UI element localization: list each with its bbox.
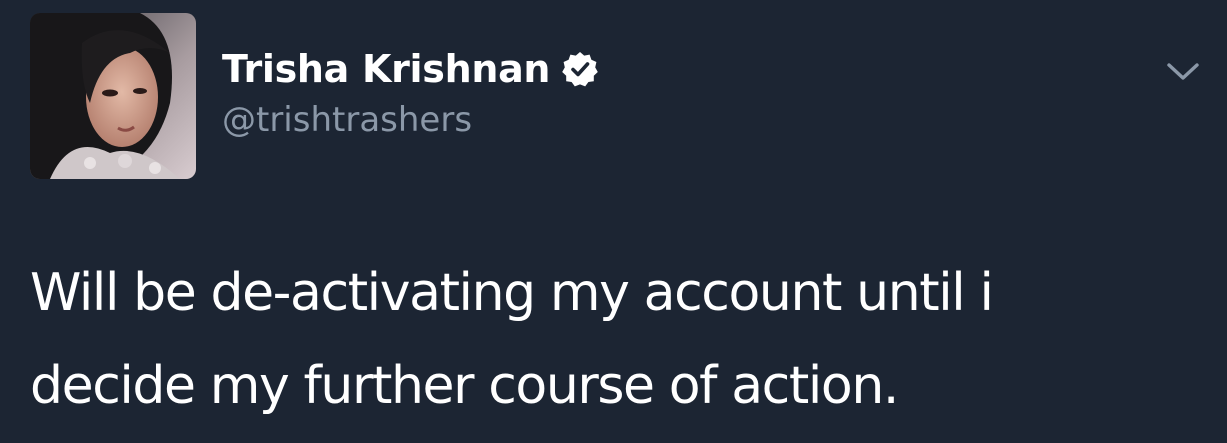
- display-name[interactable]: Trisha Krishnan: [222, 47, 550, 91]
- verified-badge-icon: [562, 51, 598, 87]
- profile-avatar[interactable]: [30, 13, 196, 179]
- tweet-text-line-2: decide my further course of action.: [30, 356, 899, 416]
- avatar-photo: [30, 13, 196, 179]
- tweet-card: Trisha Krishnan @trishtrashers Will be d…: [0, 0, 1227, 443]
- chevron-down-icon[interactable]: [1166, 56, 1200, 86]
- user-handle[interactable]: @trishtrashers: [222, 100, 472, 140]
- name-row: Trisha Krishnan: [222, 44, 598, 94]
- tweet-text-line-1: Will be de-activating my account until i: [30, 263, 994, 323]
- tweet-text: Will be de-activating my account until i…: [30, 247, 1200, 433]
